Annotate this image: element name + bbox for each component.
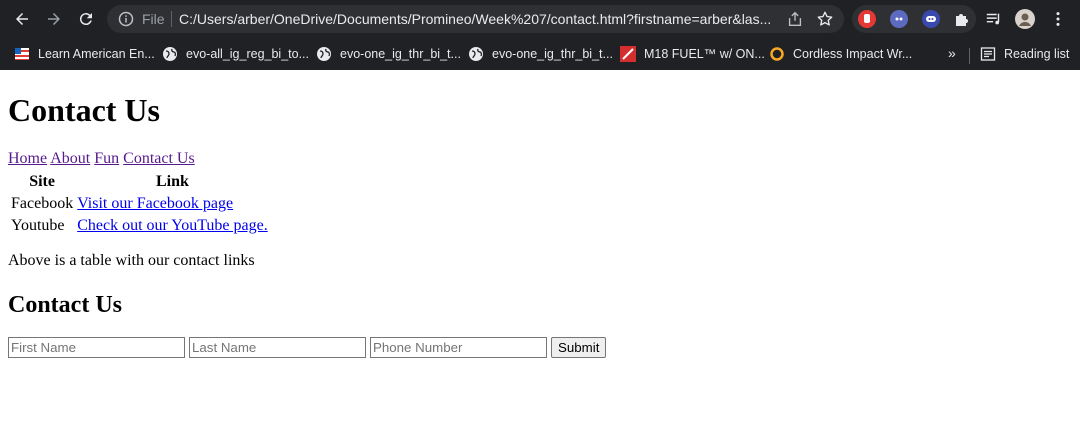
robot-extension-icon[interactable] (922, 10, 940, 28)
page-title: Contact Us (8, 92, 160, 128)
link-cell: Visit our Facebook page (76, 194, 269, 214)
phone-number-input[interactable] (370, 337, 547, 358)
site-nav: Home About Fun Contact Us (8, 150, 195, 168)
bookmarks-divider (969, 48, 970, 64)
form-heading: Contact Us (8, 292, 122, 318)
reading-list-icon (980, 47, 996, 61)
extensions-group (852, 5, 976, 33)
address-bar[interactable]: File C:/Users/arber/OneDrive/Documents/P… (107, 5, 844, 33)
flag-icon (15, 48, 29, 60)
bookmark-item[interactable]: evo-one_ig_thr_bi_t... (316, 44, 461, 64)
contact-form: Submit (8, 337, 607, 358)
table-row: Youtube Check out our YouTube page. (10, 216, 269, 236)
table-row: Facebook Visit our Facebook page (10, 194, 269, 214)
column-header-site: Site (29, 173, 55, 190)
first-name-input[interactable] (8, 337, 185, 358)
url-text[interactable]: C:/Users/arber/OneDrive/Documents/Promin… (179, 11, 779, 27)
nav-link-fun[interactable]: Fun (94, 150, 119, 167)
site-cell: Facebook (11, 195, 74, 212)
profile-avatar[interactable] (1015, 9, 1035, 29)
youtube-link[interactable]: Check out our YouTube page. (77, 217, 268, 234)
browser-chrome: File C:/Users/arber/OneDrive/Documents/P… (0, 0, 1080, 70)
chat-extension-icon[interactable] (890, 10, 908, 28)
bookmark-item[interactable]: Cordless Impact Wr... (769, 44, 912, 64)
back-button[interactable] (10, 7, 34, 31)
nav-link-about[interactable]: About (50, 150, 90, 167)
column-header-link: Link (156, 173, 189, 190)
reload-button[interactable] (74, 7, 98, 31)
last-name-input[interactable] (189, 337, 366, 358)
contact-links-table: Site Link Facebook Visit our Facebook pa… (8, 170, 271, 238)
stop-hand-extension-icon[interactable] (858, 10, 876, 28)
arrow-right-icon (48, 13, 60, 25)
nav-link-home[interactable]: Home (8, 150, 47, 167)
bookmark-item[interactable]: Learn American En... (14, 44, 155, 64)
kebab-menu-icon[interactable] (1048, 9, 1068, 29)
browser-toolbar: File C:/Users/arber/OneDrive/Documents/P… (0, 0, 1080, 38)
bookmark-item[interactable]: M18 FUEL™ w/ ON... (620, 44, 765, 64)
link-cell: Check out our YouTube page. (76, 216, 269, 236)
bookmark-item[interactable]: evo-one_ig_thr_bi_t... (468, 44, 613, 64)
media-queue-icon[interactable] (984, 9, 1004, 29)
arrow-left-icon (16, 13, 28, 25)
globe-icon (163, 47, 177, 61)
bookmark-star-icon[interactable] (816, 10, 834, 28)
bookmark-item[interactable]: evo-all_ig_reg_bi_to... (162, 44, 309, 64)
facebook-link[interactable]: Visit our Facebook page (77, 195, 233, 212)
file-scheme-label: File (142, 11, 165, 27)
share-icon[interactable] (786, 10, 804, 28)
forward-button[interactable] (42, 7, 66, 31)
site-cell: Youtube (11, 217, 65, 234)
ring-icon (770, 47, 784, 61)
puzzle-icon[interactable] (953, 10, 971, 28)
globe-icon (317, 47, 331, 61)
table-caption-text: Above is a table with our contact links (8, 252, 255, 269)
reading-list-button[interactable]: Reading list (980, 44, 1069, 64)
milwaukee-icon (620, 46, 636, 62)
globe-icon (469, 47, 483, 61)
submit-button[interactable]: Submit (551, 337, 607, 358)
reload-icon (79, 13, 92, 26)
address-divider (171, 11, 172, 27)
more-bookmarks-button[interactable]: » (948, 45, 956, 61)
info-icon[interactable] (118, 11, 134, 27)
bookmarks-bar: Learn American En... evo-all_ig_reg_bi_t… (0, 38, 1080, 70)
table-header-row: Site Link (10, 172, 269, 192)
nav-link-contact[interactable]: Contact Us (123, 150, 195, 167)
